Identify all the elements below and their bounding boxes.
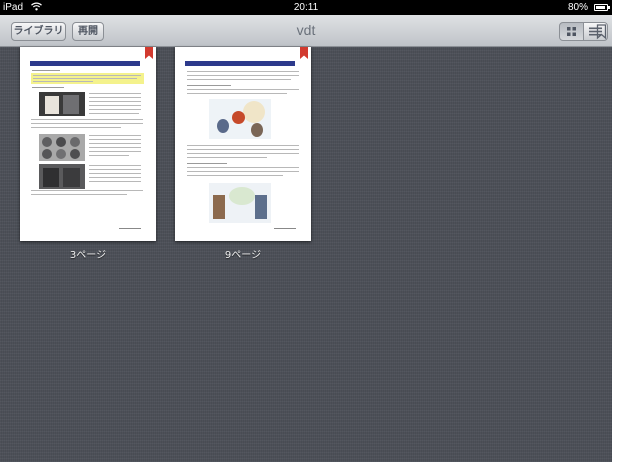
text-line: [187, 93, 287, 94]
text-line: [33, 78, 137, 79]
text-line: [89, 93, 141, 94]
photo-image: [39, 134, 85, 161]
text-line: [89, 173, 141, 174]
text-line: [31, 194, 127, 195]
text-line: [89, 155, 129, 156]
page-footer: [274, 228, 296, 229]
text-line: [187, 175, 283, 176]
page-label: 3ページ: [69, 250, 107, 261]
text-line: [89, 101, 141, 102]
bookmark-ribbon-icon: [145, 47, 153, 59]
text-line: [33, 81, 93, 82]
page-thumbnail-3[interactable]: [20, 47, 156, 241]
text-line: [187, 153, 299, 154]
text-line: [31, 127, 121, 128]
text-line: [187, 145, 299, 146]
text-line: [89, 181, 141, 182]
text-line: [89, 135, 141, 136]
status-bar: iPad 20:11 80%: [0, 0, 612, 15]
text-line: [187, 163, 227, 164]
text-line: [89, 143, 141, 144]
illustration-image: [209, 99, 271, 139]
text-line: [89, 105, 141, 106]
text-line: [32, 87, 64, 88]
text-line: [31, 123, 143, 124]
app-screen: iPad 20:11 80% ライブラリ 再開 vdt 3ページ 9ページ: [0, 0, 612, 462]
grid-icon: [567, 27, 576, 36]
text-line: [89, 97, 141, 98]
text-line: [187, 75, 299, 76]
text-line: [31, 190, 143, 191]
text-line: [32, 70, 60, 71]
photo-image: [39, 92, 85, 116]
page-thumbnail-9[interactable]: [175, 47, 311, 241]
text-line: [187, 171, 299, 172]
text-line: [89, 177, 141, 178]
text-line: [187, 157, 267, 158]
page-footer: [119, 228, 141, 229]
text-line: [187, 89, 299, 90]
text-line: [187, 167, 299, 168]
text-line: [31, 119, 143, 120]
text-line: [33, 75, 141, 76]
text-line: [187, 71, 299, 72]
text-line: [187, 149, 299, 150]
page-header-bar: [185, 61, 295, 66]
text-line: [89, 147, 141, 148]
page-label: 9ページ: [224, 250, 262, 261]
bookmark-icon: [596, 24, 607, 40]
text-line: [187, 79, 291, 80]
page-title: vdt: [296, 22, 316, 38]
text-line: [89, 113, 139, 114]
bookmark-button[interactable]: [592, 22, 611, 41]
toolbar: ライブラリ 再開 vdt: [0, 15, 612, 47]
text-line: [89, 151, 141, 152]
battery-percent: 80%: [567, 2, 588, 13]
text-line: [89, 169, 141, 170]
text-line: [187, 85, 231, 86]
clock: 20:11: [293, 2, 319, 13]
grid-view-button[interactable]: [559, 22, 584, 41]
text-line: [89, 139, 141, 140]
page-header-bar: [30, 61, 140, 66]
illustration-image: [209, 183, 271, 223]
text-line: [89, 165, 141, 166]
bookmark-ribbon-icon: [300, 47, 308, 59]
battery-icon: [594, 4, 610, 11]
text-line: [89, 109, 141, 110]
photo-image: [39, 164, 85, 189]
